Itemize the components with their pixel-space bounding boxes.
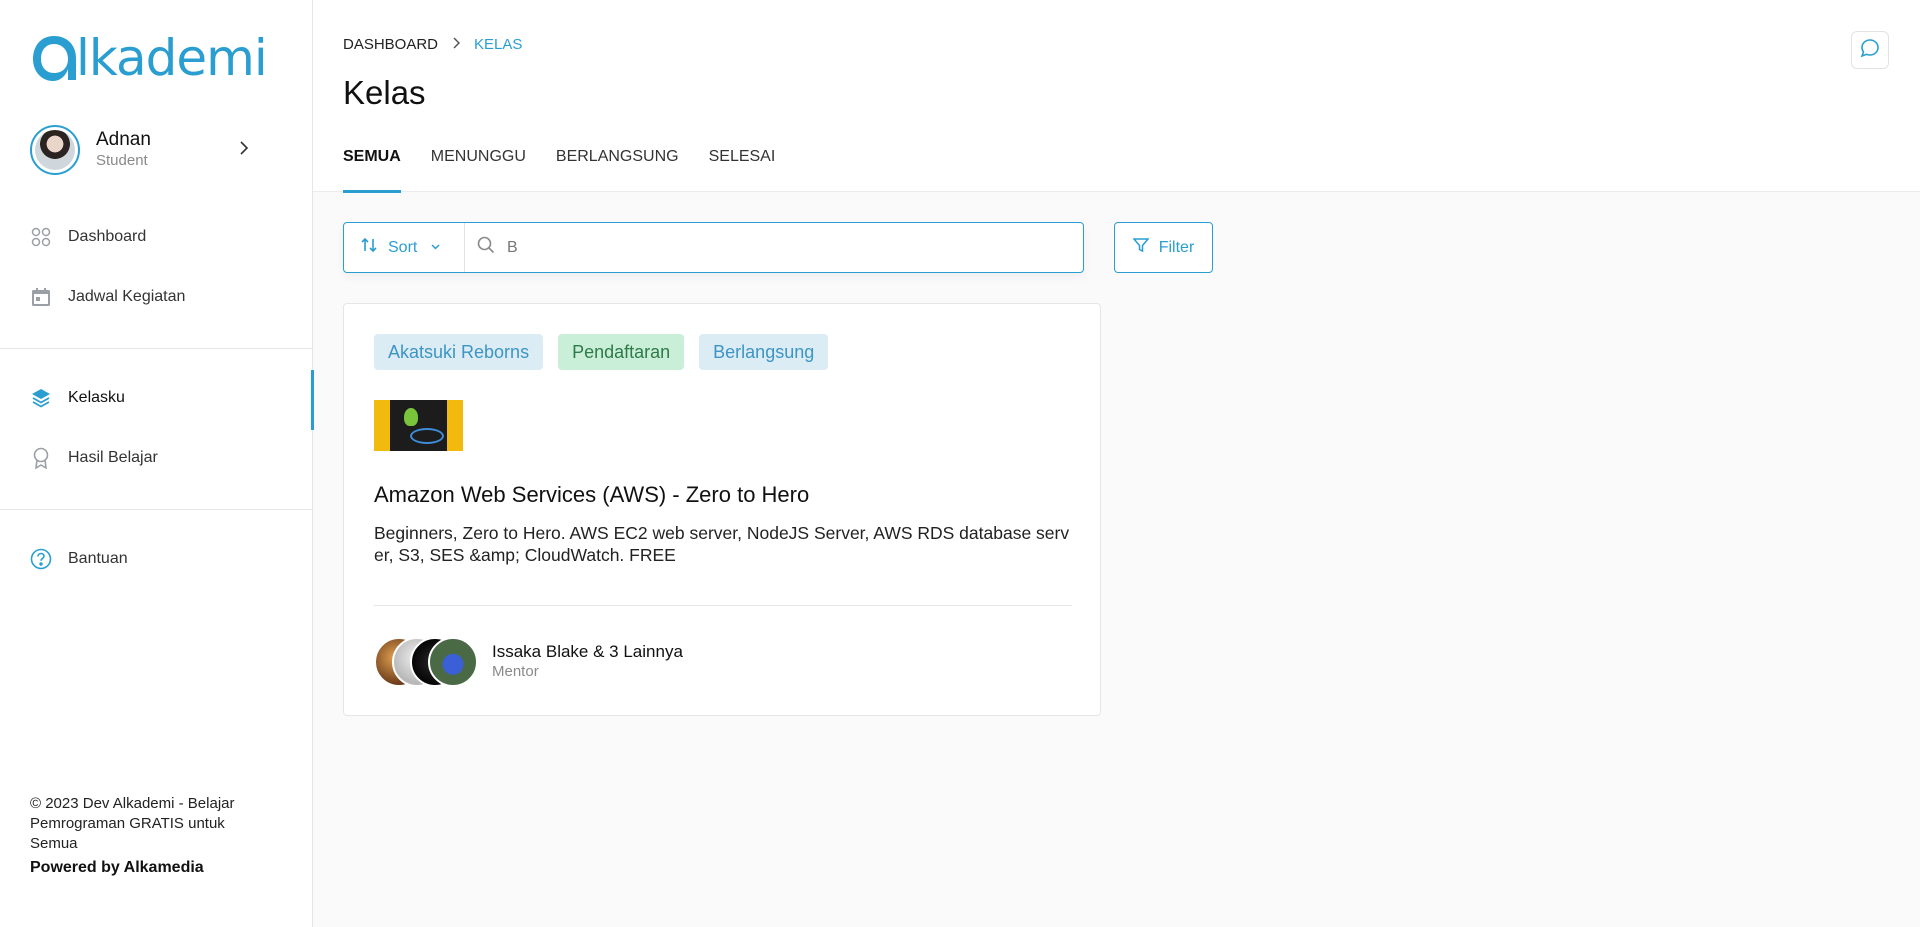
course-description: Beginners, Zero to Hero. AWS EC2 web ser… [374,523,1070,565]
search-input[interactable] [507,238,1067,257]
course-card[interactable]: Akatsuki Reborns Pendaftaran Berlangsung… [343,303,1101,716]
chevron-right-icon [452,36,461,53]
search-bar: Sort [343,222,1084,273]
alkademi-logo[interactable]: lkademi [30,28,268,88]
logo-text: lkademi [76,29,268,87]
sidebar-item-label: Kelasku [68,389,125,406]
tab-semua[interactable]: SEMUA [343,142,401,193]
course-tags: Akatsuki Reborns Pendaftaran Berlangsung [374,334,843,370]
tab-bar: SEMUA MENUNGGU BERLANGSUNG SELESAI [343,142,805,193]
sidebar: lkademi Adnan Student Dashboard Jadwal K… [0,0,314,927]
breadcrumb-kelas: KELAS [474,36,523,53]
sort-label: Sort [388,238,418,256]
page-header: DASHBOARD KELAS Kelas SEMUA MENUNGGU BER… [313,0,1920,193]
avatar [30,125,80,175]
breadcrumb-dashboard[interactable]: DASHBOARD [343,36,438,53]
search-field [465,223,1083,272]
sidebar-item-label: Hasil Belajar [68,449,158,466]
sidebar-divider [0,348,313,349]
mentor-group: Issaka Blake & 3 Lainnya Mentor [374,637,683,687]
sidebar-item-label: Bantuan [68,550,128,567]
help-circle-icon [30,548,52,570]
breadcrumb: DASHBOARD KELAS [343,36,522,53]
filter-button[interactable]: Filter [1114,222,1213,273]
sidebar-item-hasil-belajar[interactable]: Hasil Belajar [0,436,313,480]
chevron-down-icon [431,242,440,253]
calendar-icon [30,286,52,308]
tag-group: Akatsuki Reborns [374,334,544,370]
user-role: Student [96,152,148,169]
sidebar-item-kelasku[interactable]: Kelasku [0,370,314,430]
chevron-right-icon [239,141,249,160]
sidebar-item-label: Jadwal Kegiatan [68,288,186,305]
grid-icon [30,226,52,248]
user-profile[interactable]: Adnan Student [30,124,283,176]
mentor-role: Mentor [492,663,539,680]
sort-dropdown[interactable]: Sort [344,223,465,272]
chat-button[interactable] [1851,31,1889,69]
course-title[interactable]: Amazon Web Services (AWS) - Zero to Hero [374,482,809,508]
logo-a-icon [33,36,76,81]
tab-menunggu[interactable]: MENUNGGU [431,142,526,192]
card-divider [374,605,1072,606]
sidebar-item-bantuan[interactable]: Bantuan [0,537,313,581]
avatar [428,637,478,687]
search-icon [477,236,495,259]
layers-icon [30,387,52,409]
sidebar-item-label: Dashboard [68,228,147,245]
mentor-name: Issaka Blake & 3 Lainnya [492,642,683,661]
tab-selesai[interactable]: SELESAI [709,142,776,192]
tab-berlangsung[interactable]: BERLANGSUNG [556,142,679,192]
user-name: Adnan [96,129,151,150]
powered-by-text: Powered by Alkamedia [30,859,204,876]
filter-icon [1132,237,1150,258]
course-thumbnail [374,400,463,451]
sidebar-item-dashboard[interactable]: Dashboard [0,215,313,259]
sidebar-divider [0,509,313,510]
filter-label: Filter [1158,238,1195,256]
message-circle-icon [1860,38,1880,63]
page-title: Kelas [343,74,426,111]
award-icon [30,447,52,469]
sidebar-item-jadwal-kegiatan[interactable]: Jadwal Kegiatan [0,275,313,319]
sort-arrows-icon [360,237,378,258]
tag-status: Pendaftaran [558,334,685,370]
tag-progress: Berlangsung [699,334,829,370]
copyright-text: © 2023 Dev Alkademi - Belajar Pemrograma… [30,795,235,852]
